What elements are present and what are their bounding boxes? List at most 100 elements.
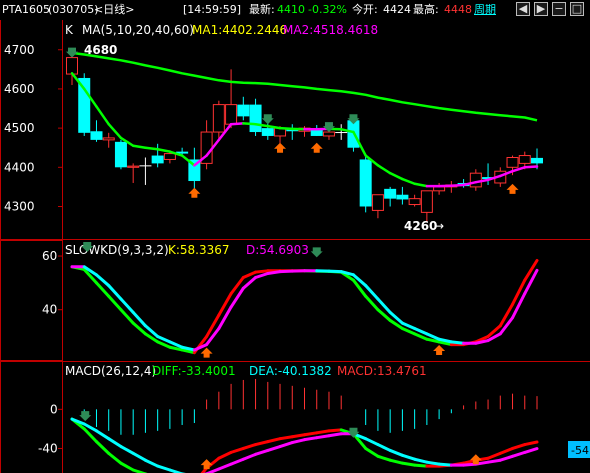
kd-d-line [254, 271, 270, 280]
macd-diff-line [290, 433, 306, 439]
candle-body [408, 198, 421, 206]
macd-dea-line [364, 437, 380, 447]
macd-dea-line [241, 452, 258, 461]
candle-body [225, 104, 238, 125]
macd-dea-line [437, 462, 453, 467]
candle-body [506, 157, 519, 168]
kd-d-line [327, 269, 343, 274]
macd-diff-line [511, 443, 527, 450]
kd-d-line [511, 292, 527, 320]
macd-badge-label: -54 [571, 444, 589, 457]
ma-short-line [131, 144, 147, 149]
candle-body [163, 153, 176, 160]
macd-diff-line [364, 446, 380, 458]
ma-short-line [511, 166, 527, 173]
macd-dea-line [205, 467, 221, 473]
ma-short-line [278, 126, 294, 131]
ma-short-line [107, 122, 123, 140]
kd-tick-label: 40 [42, 303, 57, 317]
macd-dea-line [143, 458, 160, 468]
candle-body [261, 128, 274, 136]
macd-dea-line [229, 457, 245, 466]
macd-dea-line [156, 464, 172, 472]
left-arrow-button[interactable]: ◀ [516, 2, 530, 16]
candle-body [396, 194, 409, 200]
candle-body [237, 104, 250, 117]
macd-dea-line [486, 458, 502, 464]
ma-short-line [95, 105, 110, 126]
kd-params: SLOWKD(9,3,3,2) [65, 243, 169, 257]
ma-long-line [71, 51, 538, 122]
macd-diff-line [523, 440, 539, 447]
candle-body [371, 194, 384, 211]
price-tick-label: 4400 [4, 160, 35, 174]
ma-short-line [242, 122, 257, 126]
macd-dea-line [266, 445, 282, 452]
macd-diff-line [315, 429, 331, 435]
sell-arrow-icon [79, 411, 92, 422]
sell-arrow-icon [66, 47, 78, 58]
macd-dea-line [462, 462, 478, 467]
header-bar: PTA1605 (030705) <日线> [14:59:59] 最新: 441… [0, 0, 590, 20]
kd-k-line [254, 269, 270, 274]
buy-arrow-icon [506, 183, 519, 194]
kd-d-value: D:54.6903 [246, 243, 309, 257]
macd-diff-line [229, 446, 245, 454]
macd-dea-line [217, 462, 233, 471]
candle-body [469, 172, 482, 188]
candle-body [127, 165, 140, 168]
price-tick-label: 4700 [4, 43, 35, 57]
macd-dea-line [290, 438, 306, 445]
ma-short-line [144, 146, 159, 151]
kd-y-axis: 60 40 [42, 249, 63, 317]
candle-body [518, 155, 531, 164]
candle-body [78, 77, 91, 133]
period-link[interactable]: 周期 [474, 0, 496, 20]
candle-body [322, 131, 335, 137]
buy-arrow-icon [200, 347, 213, 358]
kd-k-line [523, 259, 539, 282]
candle-body [433, 186, 446, 192]
indicator-lines [70, 51, 539, 473]
macd-dea-line [413, 457, 429, 464]
macd-diff-line [254, 440, 270, 447]
symbol-label: PTA1605 [2, 3, 51, 16]
candle-body [359, 159, 372, 207]
macd-diff-line [388, 458, 404, 465]
macd-diff-line [376, 454, 392, 462]
square-button[interactable]: □ [570, 2, 584, 16]
kd-d-line [266, 270, 282, 275]
ma-short-line [376, 164, 392, 175]
macd-diff-line [486, 451, 502, 460]
macd-dea-line [315, 434, 331, 440]
macd-dea-line [523, 447, 539, 454]
price-y-axis: 4700 4600 4500 4400 4300 [4, 43, 63, 213]
macd-diff-line [94, 440, 111, 455]
macd-hist-value: MACD:13.4761 [337, 364, 427, 378]
macd-dea-line [511, 450, 527, 458]
macd-diff-line [303, 431, 319, 437]
macd-dea-line [388, 448, 404, 457]
kd-tick-label: 60 [42, 249, 57, 263]
ma-short-line [388, 171, 404, 181]
candle-body [384, 188, 397, 199]
macd-diff-line [241, 443, 258, 450]
ma-params: MA(5,10,20,40,60) [82, 23, 194, 37]
right-arrow-button[interactable]: ▶ [534, 2, 548, 16]
sell-arrow-icon [261, 114, 274, 125]
macd-diff-line [119, 461, 135, 472]
contract-code: (030705) [48, 3, 99, 16]
candle-body [151, 155, 164, 164]
open-label: 今开: [352, 3, 378, 16]
buy-arrow-icon [433, 344, 446, 355]
period-label: <日线> [94, 3, 135, 16]
ma1-value: MA1:4402.2446 [192, 23, 287, 37]
candle-body [114, 141, 127, 168]
buy-arrow-icon [200, 459, 213, 470]
open-value: 4424 [383, 3, 411, 16]
macd-dea-line [278, 441, 294, 449]
macd-diff-line [266, 437, 282, 444]
minus-button[interactable]: − [552, 2, 566, 16]
macd-tick-label: -40 [38, 441, 58, 455]
macd-tick-label: 0 [50, 402, 58, 416]
